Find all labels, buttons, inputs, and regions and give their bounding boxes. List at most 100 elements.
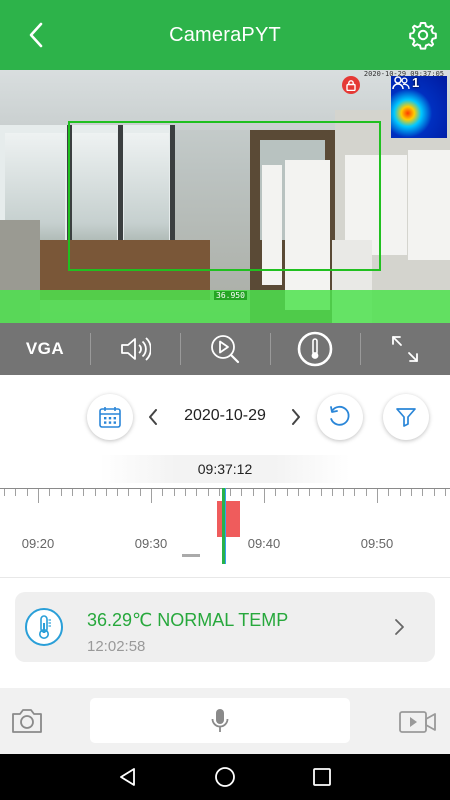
timeline-label: 09:40 bbox=[247, 536, 281, 551]
timeline-tick bbox=[128, 489, 130, 496]
back-triangle-icon bbox=[120, 768, 136, 786]
timeline-tick bbox=[354, 489, 356, 496]
timeline-tick bbox=[252, 489, 254, 496]
speaker-button[interactable] bbox=[90, 323, 180, 375]
timeline-tick bbox=[151, 489, 152, 503]
timeline-current-time: 09:37:12 bbox=[100, 455, 350, 483]
refresh-button[interactable] bbox=[317, 394, 363, 440]
back-button[interactable] bbox=[28, 20, 58, 50]
home-circle-icon bbox=[215, 767, 235, 787]
timeline-tick bbox=[331, 489, 333, 496]
event-type-badge bbox=[25, 608, 63, 646]
timeline-tick bbox=[207, 489, 209, 496]
timeline-tick bbox=[388, 489, 390, 496]
settings-button[interactable] bbox=[408, 20, 438, 50]
timeline-tick bbox=[26, 489, 28, 496]
resolution-label: VGA bbox=[25, 339, 65, 358]
recording-segment[interactable] bbox=[217, 501, 240, 537]
timeline-tick bbox=[343, 489, 345, 496]
system-back-button[interactable] bbox=[116, 765, 140, 789]
people-icon bbox=[392, 75, 410, 89]
timeline-tick bbox=[71, 489, 73, 496]
snapshot-button[interactable] bbox=[10, 706, 44, 736]
people-count: 1 bbox=[412, 75, 420, 90]
chevron-right-icon bbox=[292, 409, 300, 425]
playback-search-button[interactable] bbox=[180, 323, 270, 375]
timeline-tick bbox=[117, 489, 119, 496]
recents-square-icon bbox=[312, 768, 331, 786]
event-open-button[interactable] bbox=[393, 618, 409, 638]
camera-live-view[interactable]: 36.950 2020-10-29 09:37:05 1 bbox=[0, 70, 450, 323]
fullscreen-button[interactable] bbox=[360, 323, 450, 375]
date-selector: 2020-10-29 bbox=[0, 394, 450, 442]
timeline-tick bbox=[444, 489, 446, 496]
calendar-button[interactable] bbox=[87, 394, 133, 440]
timeline-tick bbox=[218, 489, 220, 496]
timeline-tick bbox=[94, 489, 96, 496]
timeline-tick bbox=[230, 489, 232, 496]
timeline-label: 09:20 bbox=[21, 536, 55, 551]
player-control-bar: VGA bbox=[0, 323, 450, 375]
face-temp-tag: 36.950 bbox=[214, 291, 247, 300]
talk-button[interactable] bbox=[90, 698, 350, 743]
temperature-button[interactable] bbox=[270, 323, 360, 375]
lock-button[interactable] bbox=[342, 76, 360, 94]
current-date[interactable]: 2020-10-29 bbox=[170, 407, 280, 425]
event-list-item[interactable]: 36.29℃ NORMAL TEMP 12:02:58 bbox=[15, 592, 435, 662]
thermometer-icon bbox=[39, 615, 51, 639]
event-time: 12:02:58 bbox=[87, 638, 146, 655]
timeline-tick bbox=[173, 489, 175, 496]
recording-timeline[interactable]: 09:20 09:30 09:40 09:50 bbox=[0, 488, 450, 564]
video-record-icon bbox=[399, 711, 436, 733]
app-header: CameraPYT bbox=[0, 0, 450, 70]
filter-button[interactable] bbox=[383, 394, 429, 440]
timeline-tick bbox=[286, 489, 288, 496]
timeline-label: 09:50 bbox=[360, 536, 394, 551]
resolution-button[interactable]: VGA bbox=[0, 323, 90, 375]
timeline-tick bbox=[399, 489, 401, 496]
bottom-toolbar bbox=[0, 688, 450, 754]
playback-search-icon bbox=[211, 335, 240, 364]
gear-icon bbox=[409, 22, 437, 50]
timeline-tick bbox=[433, 489, 435, 496]
camera-icon bbox=[12, 709, 42, 733]
timeline-tick bbox=[241, 489, 243, 496]
timeline-tick bbox=[365, 489, 367, 496]
thermometer-icon bbox=[297, 331, 333, 367]
timeline-tick bbox=[4, 489, 6, 496]
timeline-tick bbox=[60, 489, 62, 496]
timeline-tick bbox=[309, 489, 311, 496]
system-home-button[interactable] bbox=[213, 765, 237, 789]
event-title: 36.29℃ NORMAL TEMP bbox=[87, 610, 289, 630]
previous-date-button[interactable] bbox=[143, 406, 163, 428]
system-recents-button[interactable] bbox=[310, 765, 334, 789]
record-video-button[interactable] bbox=[398, 708, 438, 736]
timeline-tick bbox=[275, 489, 277, 496]
system-navigation-bar bbox=[0, 754, 450, 800]
timeline-tick bbox=[410, 489, 412, 496]
speaker-icon bbox=[121, 337, 151, 361]
filter-icon bbox=[396, 408, 416, 427]
people-count-badge: 1 bbox=[392, 75, 419, 90]
timeline-tick bbox=[15, 489, 17, 496]
refresh-icon bbox=[330, 405, 350, 426]
timeline-tick bbox=[105, 489, 107, 496]
chevron-left-icon bbox=[149, 409, 157, 425]
timeline-tick bbox=[320, 489, 322, 496]
timeline-tick bbox=[377, 489, 378, 503]
timeline-scroll-indicator bbox=[182, 554, 200, 557]
timeline-tick bbox=[196, 489, 198, 496]
detection-box bbox=[68, 121, 381, 271]
timeline-tick bbox=[38, 489, 39, 503]
timeline-tick bbox=[422, 489, 424, 496]
microphone-icon bbox=[211, 708, 229, 732]
timeline-tick bbox=[297, 489, 299, 496]
timeline-tick bbox=[184, 489, 186, 496]
next-date-button[interactable] bbox=[286, 406, 306, 428]
timeline-tick bbox=[139, 489, 141, 496]
camera-app-screen: CameraPYT 36.950 2020-10-29 09:37:05 1 V… bbox=[0, 0, 450, 800]
calendar-icon bbox=[99, 407, 121, 428]
timeline-tick bbox=[264, 489, 265, 503]
chevron-right-icon bbox=[395, 619, 404, 635]
timeline-label: 09:30 bbox=[134, 536, 168, 551]
